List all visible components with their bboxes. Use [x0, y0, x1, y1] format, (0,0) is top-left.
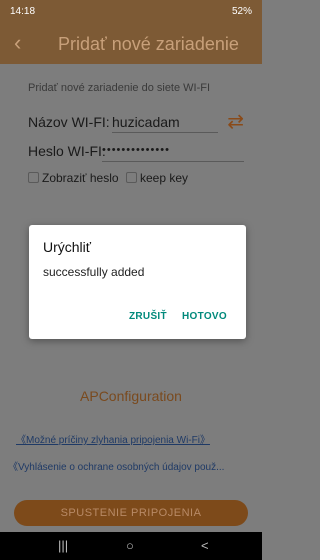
keep-key-checkbox[interactable]: [126, 172, 137, 183]
wifi-name-row: Názov WI-FI: huzicadam ⇄: [28, 112, 244, 134]
privacy-link[interactable]: 《Vyhlásenie o ochrane osobných údajov po…: [8, 458, 262, 473]
wifi-name-input[interactable]: huzicadam: [112, 114, 180, 130]
password-input[interactable]: ••••••••••••••: [102, 144, 170, 156]
ap-configuration-link[interactable]: APConfiguration: [0, 388, 262, 404]
dialog-title: Urýchliť: [43, 239, 92, 255]
keep-key-label: keep key: [140, 171, 189, 185]
wifi-name-underline: [112, 132, 218, 133]
status-time: 14:18: [10, 6, 36, 17]
status-bar: 14:18 52%: [0, 0, 262, 24]
ok-button[interactable]: HOTOVO: [182, 311, 227, 322]
recent-apps-icon[interactable]: |||: [58, 538, 68, 554]
show-password-label: Zobraziť heslo: [42, 171, 119, 185]
back-arrow-icon[interactable]: ‹: [14, 32, 21, 54]
success-dialog: Urýchliť successfully added ZRUŠIŤ HOTOV…: [29, 225, 246, 339]
wifi-name-label: Názov WI-FI:: [28, 114, 110, 130]
password-label: Heslo WI-FI:: [28, 143, 106, 159]
wifi-failure-link[interactable]: 《Možné príčiny zlyhania pripojenia Wi-Fi…: [16, 431, 210, 446]
swap-icon[interactable]: ⇄: [227, 112, 244, 132]
password-row: Heslo WI-FI: ••••••••••••••: [28, 141, 244, 163]
show-password-checkbox[interactable]: [28, 172, 39, 183]
back-icon[interactable]: <: [201, 538, 209, 554]
form-subtitle: Pridať nové zariadenie do siete WI-FI: [28, 82, 211, 94]
password-underline: [102, 161, 244, 162]
page-title: Pridať nové zariadenie: [58, 34, 239, 54]
navigation-bar: ||| ○ <: [0, 532, 262, 560]
start-connection-button[interactable]: SPUSTENIE PRIPOJENIA: [14, 500, 248, 526]
app-header: ‹ Pridať nové zariadenie: [0, 24, 262, 64]
options-row: Zobraziť heslo keep key: [28, 169, 228, 187]
dialog-message: successfully added: [43, 265, 145, 279]
cancel-button[interactable]: ZRUŠIŤ: [129, 311, 167, 322]
home-icon[interactable]: ○: [126, 538, 134, 554]
battery-percent: 52%: [231, 6, 252, 17]
